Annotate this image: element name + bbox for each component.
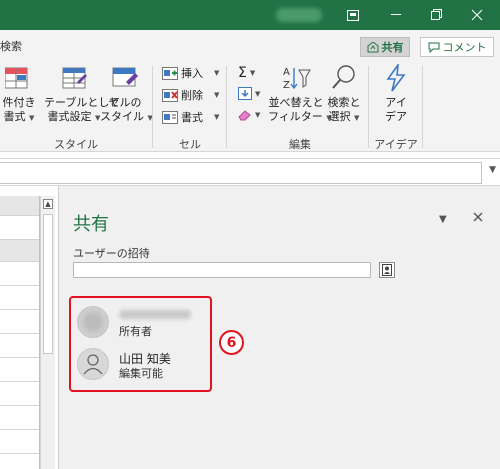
sort-filter-label-1: 並べ替えと — [268, 96, 324, 109]
eraser-icon — [238, 110, 251, 121]
close-icon — [471, 9, 483, 21]
address-book-icon — [382, 264, 392, 276]
callout-number: 6 — [226, 334, 237, 351]
people-list-highlight: 所有者 山田 知美 編集可能 — [69, 296, 212, 392]
restore-icon — [431, 9, 442, 20]
scroll-up-icon[interactable]: ▲ — [43, 199, 53, 209]
close-icon — [473, 212, 483, 222]
find-select-button[interactable]: 検索と 選択 ▼ — [322, 64, 366, 125]
invite-label: ユーザーの招待 — [73, 247, 150, 260]
sigma-icon: Σ — [238, 65, 247, 81]
conditional-format-button[interactable]: 件付き 書式 ▼ — [0, 64, 38, 125]
svg-text:Z: Z — [283, 80, 290, 91]
share-icon — [367, 41, 378, 52]
fill-button[interactable]: ▼ — [238, 87, 260, 100]
chevron-down-icon[interactable]: ▼ — [489, 165, 496, 175]
chevron-down-icon: ▼ — [249, 69, 256, 77]
conditional-format-label-1: 件付き — [2, 96, 36, 109]
address-book-button[interactable] — [379, 262, 395, 278]
owner-name-redacted — [119, 310, 191, 319]
chevron-down-icon: ▼ — [255, 111, 261, 119]
comment-icon — [428, 42, 439, 53]
delete-cells-label: 削除 — [181, 89, 203, 102]
chevron-down-icon: ▼ — [214, 113, 220, 121]
fill-down-icon — [238, 87, 252, 100]
conditional-format-icon — [4, 67, 28, 89]
format-as-table-label-1: テーブルとして — [44, 96, 121, 109]
sort-filter-label-2: フィルター — [268, 110, 323, 123]
person-role: 編集可能 — [119, 367, 163, 380]
comment-button[interactable]: コメント — [420, 37, 494, 57]
title-bar — [0, 0, 500, 30]
chevron-down-icon: ▼ — [255, 89, 261, 98]
close-pane-button[interactable] — [473, 211, 483, 226]
share-button[interactable]: 共有 — [360, 37, 410, 57]
share-button-label: 共有 — [381, 41, 404, 54]
insert-cells-icon — [162, 66, 178, 80]
insert-cells-label: 挿入 — [181, 67, 203, 80]
person-role: 所有者 — [119, 325, 152, 338]
find-select-label-2: 選択 — [328, 110, 351, 123]
chevron-down-icon: ▼ — [29, 114, 35, 122]
cell-styles-button[interactable]: セルの スタイル ▼ — [100, 64, 153, 125]
scrollbar-thumb[interactable] — [43, 214, 53, 354]
ribbon: 件付き 書式 ▼ テーブルとして 書式設定 ▼ セルの スタイル ▼ スタイル … — [0, 60, 500, 152]
cells-group-label: セル — [179, 138, 201, 151]
cell-styles-label-2: スタイル — [100, 110, 144, 123]
minimize-button[interactable] — [378, 0, 416, 30]
share-pane: 共有 ▼ ユーザーの招待 所有者 山田 知美 編集可能 6 — [58, 186, 500, 469]
ribbon-options-icon — [347, 9, 359, 21]
lightning-icon — [386, 62, 406, 92]
restore-button[interactable] — [418, 0, 456, 30]
formula-input[interactable] — [0, 162, 482, 184]
insert-cells-button[interactable]: 挿入 ▼ — [162, 65, 219, 81]
format-cells-label: 書式 — [181, 111, 203, 124]
window-title-redacted — [276, 8, 322, 22]
ribbon-display-options-button[interactable] — [334, 0, 372, 30]
pane-title: 共有 — [73, 214, 109, 235]
ideas-button[interactable]: アイ デア — [374, 62, 418, 124]
ideas-label-2: デア — [385, 110, 407, 123]
minimize-icon — [391, 14, 401, 15]
close-window-button[interactable] — [458, 0, 496, 30]
format-as-table-icon — [62, 67, 87, 89]
tab-search[interactable]: 検索 — [0, 38, 22, 54]
format-as-table-button[interactable]: テーブルとして 書式設定 ▼ — [44, 64, 121, 125]
avatar — [77, 306, 109, 338]
svg-text:A: A — [283, 67, 290, 78]
chevron-down-icon: ▼ — [354, 114, 360, 122]
sort-filter-icon: AZ — [283, 67, 311, 91]
autosum-button[interactable]: Σ ▼ — [238, 65, 255, 81]
clear-button[interactable]: ▼ — [238, 109, 260, 121]
styles-group-label: スタイル — [54, 138, 98, 151]
person-editor[interactable]: 山田 知美 編集可能 — [77, 348, 207, 386]
ideas-label-1: アイ — [385, 96, 407, 109]
editing-group-label: 編集 — [289, 138, 311, 151]
format-cells-button[interactable]: 書式 ▼ — [162, 109, 219, 125]
ideas-group-label: アイデア — [374, 138, 418, 151]
person-icon — [83, 354, 103, 375]
delete-cells-button[interactable]: 削除 ▼ — [162, 87, 219, 103]
pane-options-icon[interactable]: ▼ — [439, 214, 447, 225]
vertical-scrollbar[interactable]: ▲ — [40, 196, 55, 469]
chevron-down-icon: ▼ — [214, 91, 220, 99]
sheet-grid[interactable] — [0, 196, 40, 469]
sort-filter-button[interactable]: AZ 並べ替えと フィルター ▼ — [268, 64, 332, 125]
magnifier-icon — [332, 65, 355, 89]
conditional-format-label-2: 書式 — [3, 110, 26, 123]
person-owner[interactable]: 所有者 — [77, 306, 207, 344]
formula-bar: ▼ — [0, 158, 500, 186]
comment-button-label: コメント — [442, 41, 487, 54]
format-as-table-label-2: 書式設定 — [47, 110, 92, 123]
callout-number-badge: 6 — [219, 330, 244, 355]
cell-styles-label-1: セルの — [108, 96, 142, 109]
cell-styles-icon — [112, 67, 138, 87]
delete-cells-icon — [162, 88, 178, 102]
format-cells-icon — [162, 110, 178, 124]
chevron-down-icon: ▼ — [214, 69, 220, 77]
invite-input[interactable] — [73, 262, 371, 278]
find-select-label-1: 検索と — [327, 96, 361, 109]
avatar — [77, 348, 109, 380]
